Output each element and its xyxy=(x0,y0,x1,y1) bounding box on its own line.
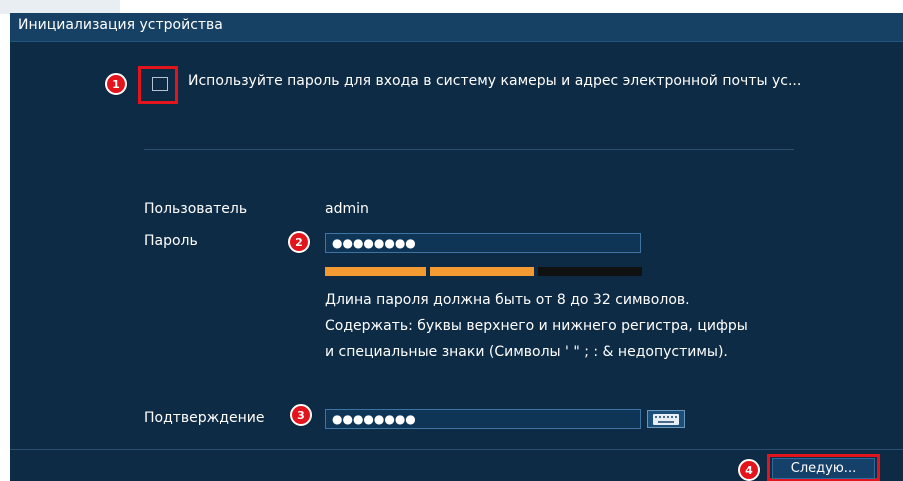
annotation-marker-1: 1 xyxy=(105,73,127,95)
section-divider xyxy=(144,149,794,150)
password-hint-line-1: Длина пароля должна быть от 8 до 32 симв… xyxy=(325,292,690,308)
device-init-window: Инициализация устройства 1 Используйте п… xyxy=(10,13,903,481)
virtual-keyboard-button[interactable] xyxy=(647,410,685,428)
title-bar: Инициализация устройства xyxy=(10,13,903,42)
annotation-marker-4: 4 xyxy=(738,459,760,481)
password-strength-segment-3 xyxy=(538,267,642,276)
annotation-marker-3: 3 xyxy=(290,404,312,426)
keyboard-icon xyxy=(653,413,679,425)
user-label: Пользователь xyxy=(144,201,248,217)
password-strength-segment-2 xyxy=(430,267,534,276)
confirm-password-input[interactable] xyxy=(325,409,641,429)
next-button[interactable]: Следую... xyxy=(772,458,875,479)
sync-password-checkbox[interactable] xyxy=(152,77,168,91)
top-edge xyxy=(0,0,120,14)
password-hint-line-3: и специальные знаки (Символы ' " ; : & н… xyxy=(325,344,728,360)
annotation-marker-2: 2 xyxy=(288,231,310,253)
password-strength-segment-1 xyxy=(325,267,426,276)
footer-divider xyxy=(10,449,903,450)
password-label: Пароль xyxy=(144,233,198,249)
sync-password-label: Используйте пароль для входа в систему к… xyxy=(188,73,802,89)
confirm-label: Подтверждение xyxy=(144,410,265,426)
window-title: Инициализация устройства xyxy=(18,17,223,33)
password-hint-line-2: Содержать: буквы верхнего и нижнего реги… xyxy=(325,318,748,334)
user-value: admin xyxy=(325,201,369,217)
password-input[interactable] xyxy=(325,233,641,253)
